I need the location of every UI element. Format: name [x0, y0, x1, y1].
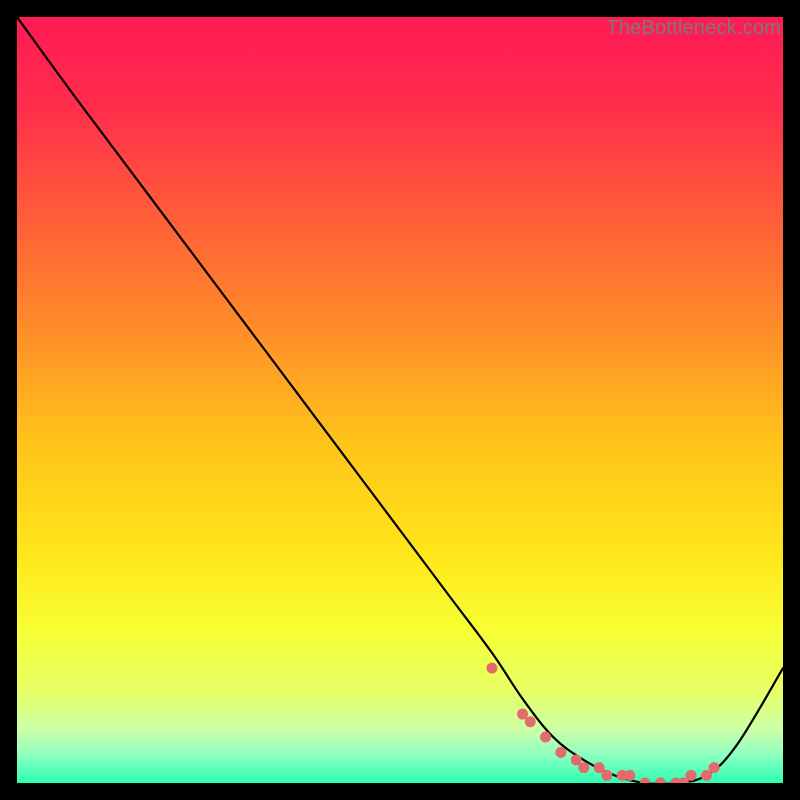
optimal-dot — [540, 732, 551, 743]
optimal-dot — [486, 663, 497, 674]
watermark-text: TheBottleneck.com — [606, 17, 781, 40]
optimal-dot — [525, 716, 536, 727]
heat-background — [17, 17, 783, 783]
optimal-dot — [578, 762, 589, 773]
chart-frame: TheBottleneck.com — [17, 17, 783, 783]
optimal-dot — [709, 762, 720, 773]
optimal-dot — [686, 770, 697, 781]
optimal-dot — [601, 770, 612, 781]
optimal-dot — [555, 747, 566, 758]
optimal-dot — [624, 770, 635, 781]
bottleneck-chart — [17, 17, 783, 783]
